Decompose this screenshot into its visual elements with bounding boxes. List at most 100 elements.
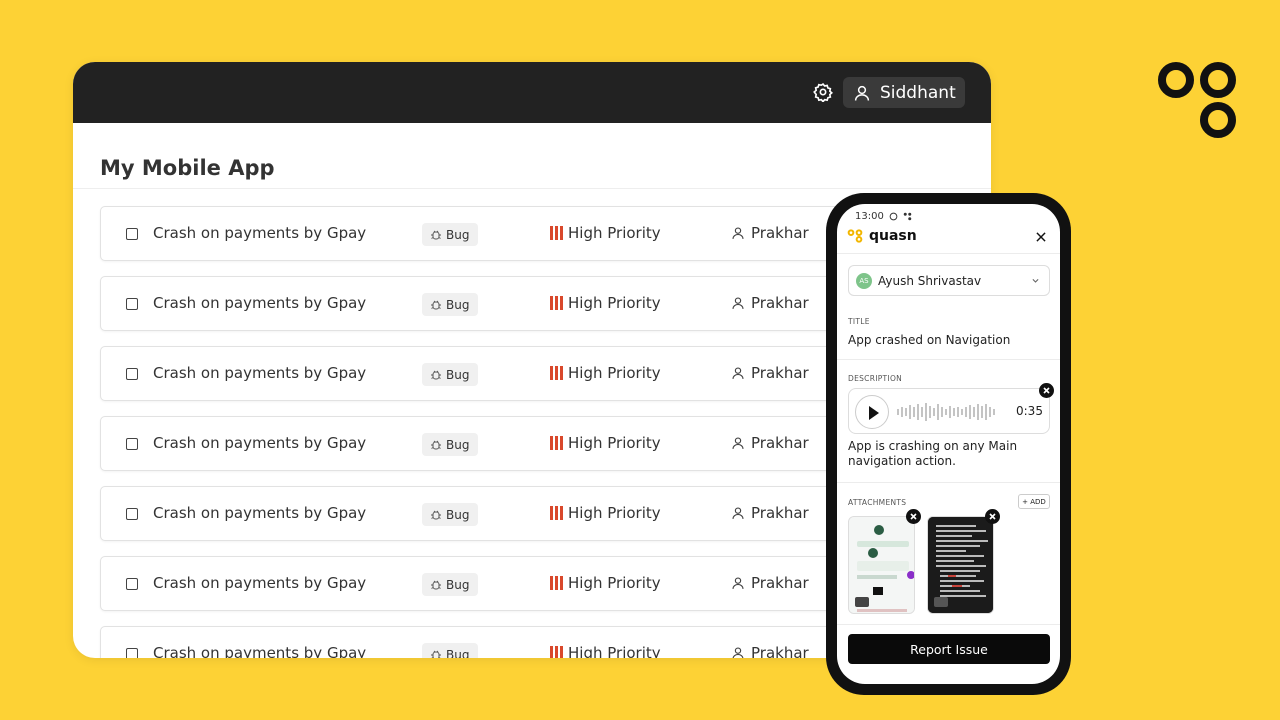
assignee-name: Prakhar: [751, 574, 809, 592]
priority-bars-icon: [550, 646, 563, 658]
assignee: Prakhar: [731, 434, 809, 452]
assignee: Prakhar: [731, 364, 809, 382]
bug-icon: [431, 230, 441, 239]
audio-duration: 0:35: [1016, 404, 1043, 418]
brand-mark-icon: [1156, 60, 1240, 140]
top-bar: Siddhant: [73, 62, 991, 123]
priority-label: High Priority: [568, 294, 661, 312]
issue-type-tag: Bug: [422, 503, 478, 526]
reporter-select[interactable]: AS Ayush Shrivastav: [848, 265, 1050, 296]
remove-attachment-button[interactable]: [906, 509, 921, 524]
issue-type-label: Bug: [446, 297, 470, 312]
status-bar: 13:00: [855, 211, 912, 222]
close-icon: [910, 513, 917, 520]
row-checkbox[interactable]: [126, 228, 138, 240]
issue-title: Crash on payments by Gpay: [153, 294, 367, 312]
user-menu-button[interactable]: Siddhant: [843, 77, 965, 108]
status-time: 13:00: [855, 211, 884, 222]
assignee: Prakhar: [731, 294, 809, 312]
attachments-label: ATTACHMENTS: [848, 498, 907, 507]
assignee: Prakhar: [731, 574, 809, 592]
gear-icon[interactable]: [813, 82, 833, 102]
row-checkbox[interactable]: [126, 438, 138, 450]
priority-bars-icon: [550, 436, 563, 450]
priority-bars-icon: [550, 506, 563, 520]
issue-title: Crash on payments by Gpay: [153, 224, 367, 242]
issue-title: Crash on payments by Gpay: [153, 434, 367, 452]
issue-type-tag: Bug: [422, 223, 478, 246]
row-checkbox[interactable]: [126, 648, 138, 658]
bug-icon: [431, 440, 441, 449]
issue-type-label: Bug: [446, 647, 470, 659]
issue-title: Crash on payments by Gpay: [153, 364, 367, 382]
row-checkbox[interactable]: [126, 578, 138, 590]
app-header: quasn: [847, 228, 917, 244]
priority-label: High Priority: [568, 504, 661, 522]
user-icon: [732, 507, 744, 519]
waveform-icon: [897, 403, 995, 421]
assignee-name: Prakhar: [751, 224, 809, 242]
priority: High Priority: [550, 364, 661, 382]
phone-frame: 13:00 quasn AS Ayush Shrivastav TITLE Ap…: [826, 193, 1071, 695]
priority-bars-icon: [550, 226, 563, 240]
divider: [73, 188, 991, 189]
priority: High Priority: [550, 644, 661, 658]
user-icon: [732, 647, 744, 658]
issue-title: Crash on payments by Gpay: [153, 504, 367, 522]
remove-audio-button[interactable]: [1039, 383, 1054, 398]
close-icon[interactable]: [1034, 230, 1048, 244]
play-icon: [869, 406, 879, 420]
assignee: Prakhar: [731, 504, 809, 522]
priority-bars-icon: [550, 296, 563, 310]
chevron-down-icon: [1032, 278, 1039, 283]
play-button[interactable]: [855, 395, 889, 429]
issue-title: Crash on payments by Gpay: [153, 574, 367, 592]
priority-label: High Priority: [568, 644, 661, 658]
priority: High Priority: [550, 434, 661, 452]
app-name: quasn: [869, 228, 917, 244]
assignee-name: Prakhar: [751, 434, 809, 452]
attachment-thumbnail[interactable]: [927, 516, 994, 614]
close-icon: [1043, 387, 1050, 394]
issue-type-label: Bug: [446, 437, 470, 452]
issue-type-label: Bug: [446, 577, 470, 592]
close-icon: [989, 513, 996, 520]
divider: [837, 624, 1060, 625]
priority-label: High Priority: [568, 434, 661, 452]
description-text[interactable]: App is crashing on any Main navigation a…: [848, 439, 1048, 469]
bug-icon: [431, 300, 441, 309]
user-icon: [732, 297, 744, 309]
issue-type-label: Bug: [446, 367, 470, 382]
user-icon: [732, 577, 744, 589]
priority: High Priority: [550, 574, 661, 592]
assignee-name: Prakhar: [751, 294, 809, 312]
user-icon: [854, 85, 870, 101]
remove-attachment-button[interactable]: [985, 509, 1000, 524]
user-icon: [732, 367, 744, 379]
priority-label: High Priority: [568, 364, 661, 382]
divider: [837, 359, 1060, 360]
username: Siddhant: [880, 82, 956, 103]
page-title: My Mobile App: [100, 156, 275, 180]
priority: High Priority: [550, 294, 661, 312]
row-checkbox[interactable]: [126, 298, 138, 310]
add-attachment-button[interactable]: + ADD: [1018, 494, 1050, 509]
audio-player: 0:35: [848, 388, 1050, 434]
issue-type-tag: Bug: [422, 573, 478, 596]
assignee-name: Prakhar: [751, 364, 809, 382]
report-issue-button[interactable]: Report Issue: [848, 634, 1050, 664]
user-icon: [732, 437, 744, 449]
bug-icon: [431, 580, 441, 589]
priority: High Priority: [550, 224, 661, 242]
priority-bars-icon: [550, 366, 563, 380]
title-label: TITLE: [848, 317, 870, 326]
issue-type-label: Bug: [446, 507, 470, 522]
row-checkbox[interactable]: [126, 508, 138, 520]
title-field[interactable]: App crashed on Navigation: [848, 333, 1010, 347]
assignee: Prakhar: [731, 644, 809, 658]
code-screenshot-preview: [928, 517, 993, 613]
attachment-thumbnail[interactable]: [848, 516, 915, 614]
assignee: Prakhar: [731, 224, 809, 242]
row-checkbox[interactable]: [126, 368, 138, 380]
priority-bars-icon: [550, 576, 563, 590]
